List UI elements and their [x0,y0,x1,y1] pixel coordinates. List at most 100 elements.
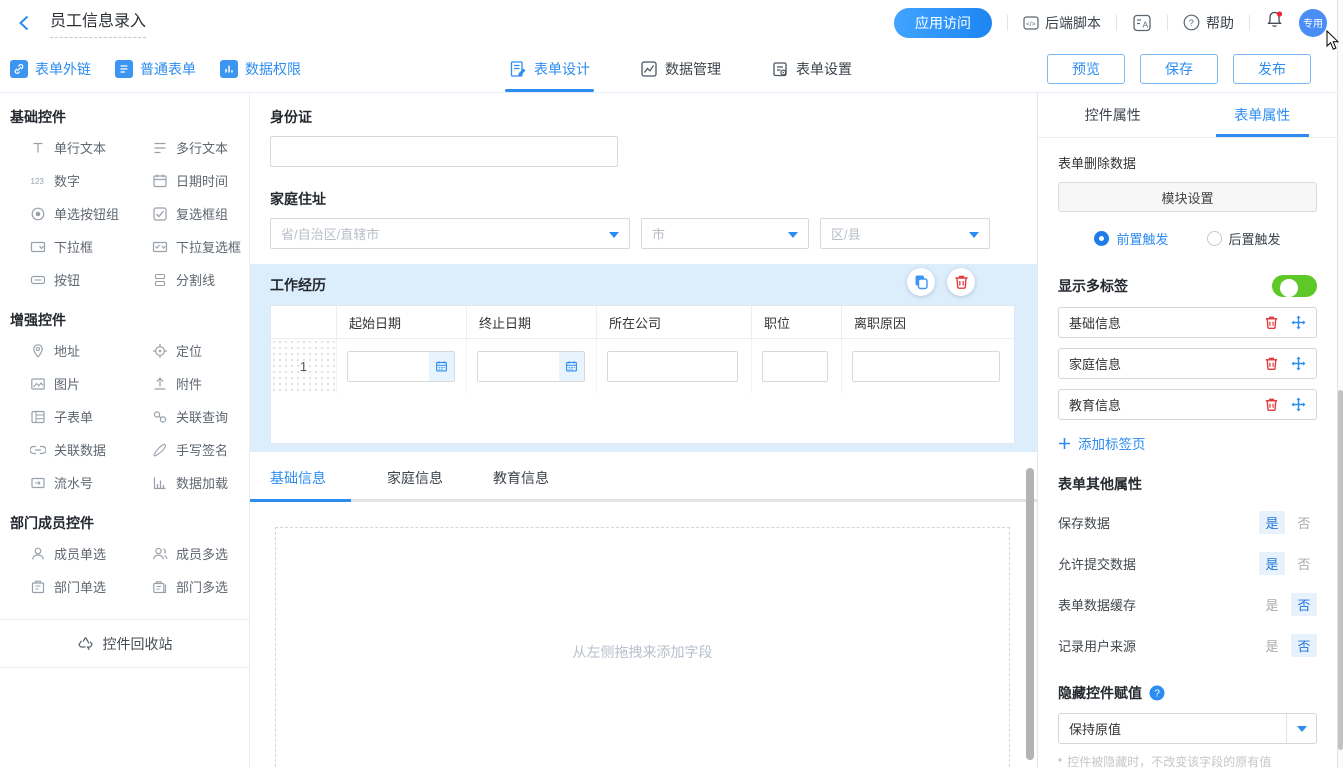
department-icon [30,579,46,595]
subform-work-experience[interactable]: 工作经历 起始日期 终止日期 所在公司 职位 离职原因 1 [250,264,1037,452]
tab-form-settings[interactable]: 表单设置 [767,45,856,92]
widget-member-multi[interactable]: 成员多选 [152,537,249,570]
drop-zone[interactable]: 从左侧拖拽来添加字段 [275,527,1010,768]
widget-attachment[interactable]: 附件 [152,367,249,400]
widget-dept-multi[interactable]: 部门多选 [152,570,249,603]
copy-widget-button[interactable] [907,268,935,296]
widget-radio-group[interactable]: 单选按钮组 [30,197,152,230]
move-icon[interactable] [1291,397,1306,412]
language-icon[interactable]: A [1132,13,1152,33]
page-scrollbar-thumb[interactable] [1338,390,1343,750]
column-header: 所在公司 [597,306,752,338]
crosshair-icon [152,343,168,359]
publish-button[interactable]: 发布 [1233,54,1311,84]
radio-pre-trigger[interactable]: 前置触发 [1094,229,1168,248]
tab-form-properties[interactable]: 表单属性 [1188,93,1338,137]
page-title: 员工信息录入 [50,7,146,38]
delete-widget-button[interactable] [947,268,975,296]
backend-script-button[interactable]: </> 后端脚本 [1023,13,1101,33]
tab-widget-properties[interactable]: 控件属性 [1038,93,1188,137]
widget-signature[interactable]: 手写签名 [152,433,249,466]
widget-dept-single[interactable]: 部门单选 [30,570,152,603]
tab-item-education-info[interactable]: 教育信息 [1058,389,1317,420]
allow-submit-yes[interactable]: 是 [1259,552,1285,575]
record-source-no[interactable]: 否 [1291,634,1317,657]
help-circle-icon[interactable]: ? [1149,685,1165,701]
widget-divider[interactable]: 分割线 [152,263,249,296]
trash-icon[interactable] [1264,315,1279,330]
calendar-button[interactable] [429,352,454,381]
widget-button[interactable]: 按钮 [30,263,152,296]
widget-serial-number[interactable]: 流水号 [30,466,152,499]
avatar[interactable]: 专用 [1299,9,1327,37]
province-select[interactable]: 省/自治区/直辖市 [270,218,630,249]
other-properties-title: 表单其他属性 [1058,474,1317,494]
tab-data-management[interactable]: 数据管理 [636,45,725,92]
save-data-no[interactable]: 否 [1291,511,1317,534]
position-input[interactable] [762,351,828,382]
widget-number[interactable]: 123数字 [30,164,152,197]
canvas-tab-family-info[interactable]: 家庭信息 [373,468,457,499]
widget-linked-query[interactable]: 关联查询 [152,400,249,433]
data-cache-yes[interactable]: 是 [1259,593,1285,616]
multi-tab-toggle[interactable]: 开 [1272,275,1317,297]
row-index[interactable]: 1 [271,339,337,393]
widget-location[interactable]: 定位 [152,334,249,367]
city-select[interactable]: 市 [641,218,809,249]
trash-icon[interactable] [1264,356,1279,371]
id-card-input[interactable] [270,136,618,167]
app-access-button[interactable]: 应用访问 [894,8,992,38]
notifications-button[interactable] [1265,10,1284,35]
form-external-link-button[interactable]: 表单外链 [10,59,91,79]
end-date-input[interactable] [477,351,585,382]
help-button[interactable]: ? 帮助 [1183,13,1234,33]
widget-checkbox-group[interactable]: 复选框组 [152,197,249,230]
field-id-card[interactable]: 身份证 [270,107,1015,167]
radio-icon [30,206,46,222]
field-home-address[interactable]: 家庭住址 省/自治区/直辖市 市 区/县 [270,189,1015,249]
hidden-value-select[interactable]: 保持原值 [1058,713,1317,744]
drop-hint: 从左侧拖拽来添加字段 [573,642,713,662]
leave-reason-input[interactable] [852,351,1000,382]
widget-single-line-text[interactable]: 单行文本 [30,131,152,164]
trash-icon[interactable] [1264,397,1279,412]
record-source-yes[interactable]: 是 [1259,634,1285,657]
widget-multi-select[interactable]: 下拉复选框 [152,230,249,263]
widget-recycle-bin[interactable]: 控件回收站 [0,619,249,668]
data-permission-button[interactable]: 数据权限 [220,59,301,79]
widget-linked-data[interactable]: 关联数据 [30,433,152,466]
preview-button[interactable]: 预览 [1047,54,1125,84]
canvas-tab-bar: 基础信息 家庭信息 教育信息 [250,468,1037,502]
widget-data-load[interactable]: 数据加载 [152,466,249,499]
district-select[interactable]: 区/县 [820,218,990,249]
save-button[interactable]: 保存 [1140,54,1218,84]
allow-submit-no[interactable]: 否 [1291,552,1317,575]
canvas-scrollbar[interactable] [1026,468,1034,760]
delete-data-label: 表单删除数据 [1058,153,1317,172]
widget-address[interactable]: 地址 [30,334,152,367]
widget-multi-line-text[interactable]: 多行文本 [152,131,249,164]
save-data-yes[interactable]: 是 [1259,511,1285,534]
tab-item-family-info[interactable]: 家庭信息 [1058,348,1317,379]
radio-post-trigger[interactable]: 后置触发 [1207,229,1281,248]
widget-subform[interactable]: 子表单 [30,400,152,433]
module-settings-button[interactable]: 模块设置 [1058,182,1317,212]
widget-image[interactable]: 图片 [30,367,152,400]
tab-item-basic-info[interactable]: 基础信息 [1058,307,1317,338]
start-date-input[interactable] [347,351,455,382]
tab-form-design[interactable]: 表单设计 [505,45,594,92]
widget-datetime[interactable]: 日期时间 [152,164,249,197]
add-tab-button[interactable]: 添加标签页 [1058,433,1317,453]
back-button[interactable] [16,12,38,34]
calendar-button[interactable] [559,352,584,381]
widget-member-single[interactable]: 成员单选 [30,537,152,570]
widget-select[interactable]: 下拉框 [30,230,152,263]
move-icon[interactable] [1291,356,1306,371]
canvas-tab-education-info[interactable]: 教育信息 [479,468,563,499]
radio-unselected-icon [1207,231,1222,246]
canvas-tab-basic-info[interactable]: 基础信息 [250,468,351,499]
data-cache-no[interactable]: 否 [1291,593,1317,616]
normal-form-button[interactable]: 普通表单 [115,59,196,79]
company-input[interactable] [607,351,738,382]
move-icon[interactable] [1291,315,1306,330]
